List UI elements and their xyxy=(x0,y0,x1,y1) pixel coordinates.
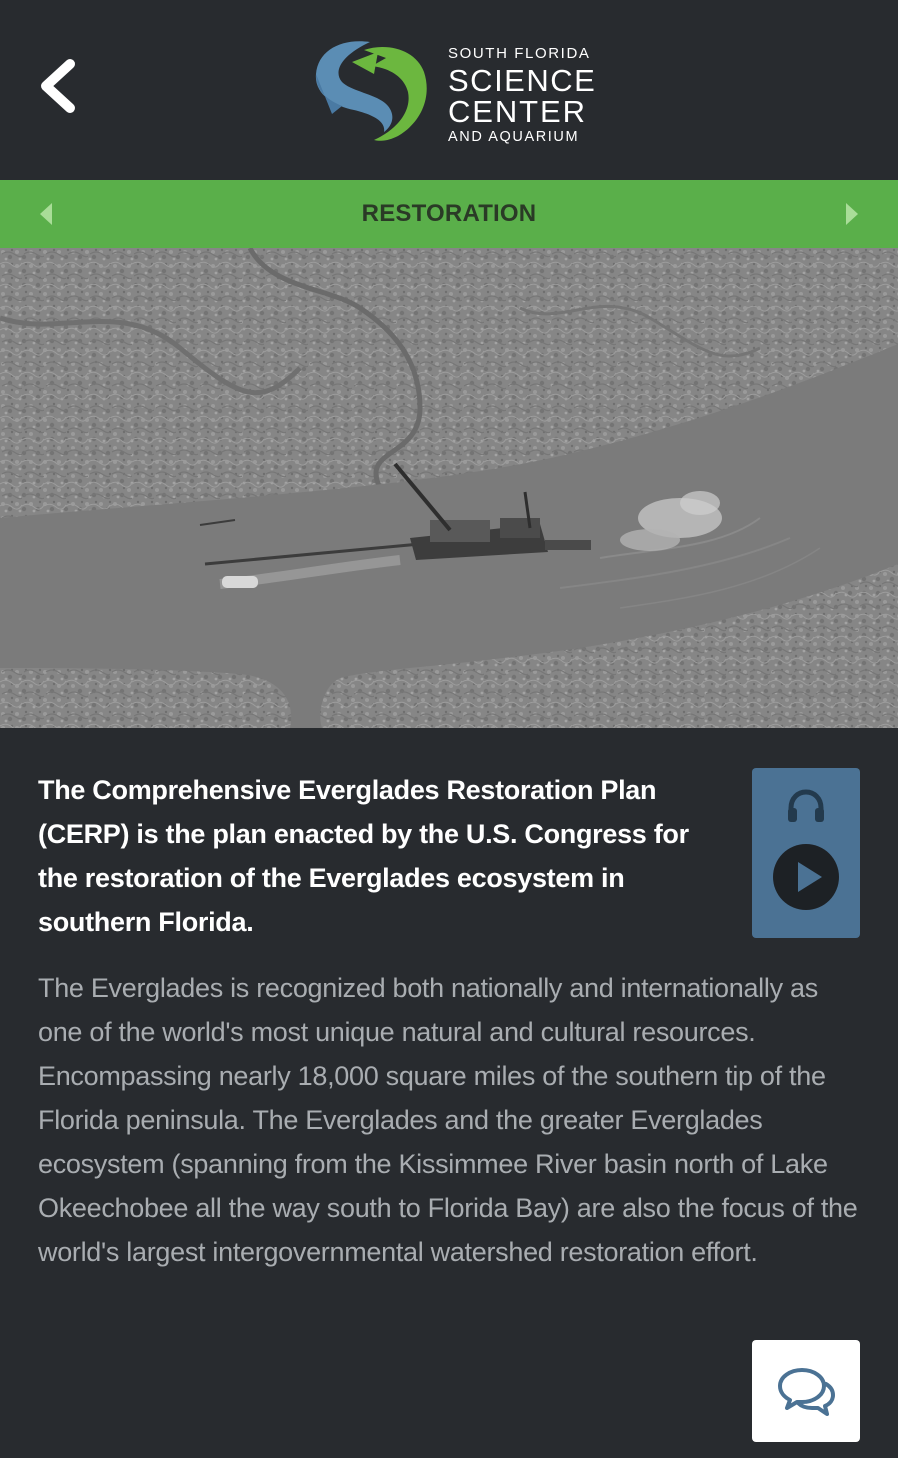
section-nav-bar: RESTORATION xyxy=(0,180,898,248)
chat-bubbles-icon xyxy=(778,1368,835,1416)
triangle-right-icon xyxy=(846,203,858,225)
aerial-photo xyxy=(0,248,898,728)
next-section-button[interactable] xyxy=(822,180,882,248)
logo: SOUTH FLORIDA SCIENCE CENTER AND AQUARIU… xyxy=(312,36,595,146)
body-paragraph: The Everglades is recognized both nation… xyxy=(38,973,858,1267)
logo-line-4: AND AQUARIUM xyxy=(448,129,580,145)
article-content: The Comprehensive Everglades Restoration… xyxy=(38,768,860,1274)
play-icon xyxy=(773,844,839,910)
logo-mark-icon xyxy=(315,41,427,141)
lead-paragraph: The Comprehensive Everglades Restoration… xyxy=(38,775,689,937)
section-title: RESTORATION xyxy=(361,200,537,227)
logo-line-1: SOUTH FLORIDA xyxy=(448,45,591,62)
hero-image xyxy=(0,248,898,728)
app-screen: SOUTH FLORIDA SCIENCE CENTER AND AQUARIU… xyxy=(0,0,898,1458)
header: SOUTH FLORIDA SCIENCE CENTER AND AQUARIU… xyxy=(0,0,898,180)
logo-line-2: SCIENCE xyxy=(448,63,597,98)
audio-card xyxy=(752,768,860,938)
previous-section-button[interactable] xyxy=(16,180,76,248)
logo-text: SOUTH FLORIDA SCIENCE CENTER AND AQUARIU… xyxy=(448,46,596,145)
logo-line-3: CENTER xyxy=(448,94,587,129)
triangle-left-icon xyxy=(40,203,52,225)
chevron-left-icon xyxy=(41,59,75,113)
chat-button[interactable] xyxy=(752,1340,860,1442)
back-button[interactable] xyxy=(28,50,92,122)
play-audio-button[interactable] xyxy=(771,842,841,912)
headphones-icon xyxy=(788,789,824,822)
